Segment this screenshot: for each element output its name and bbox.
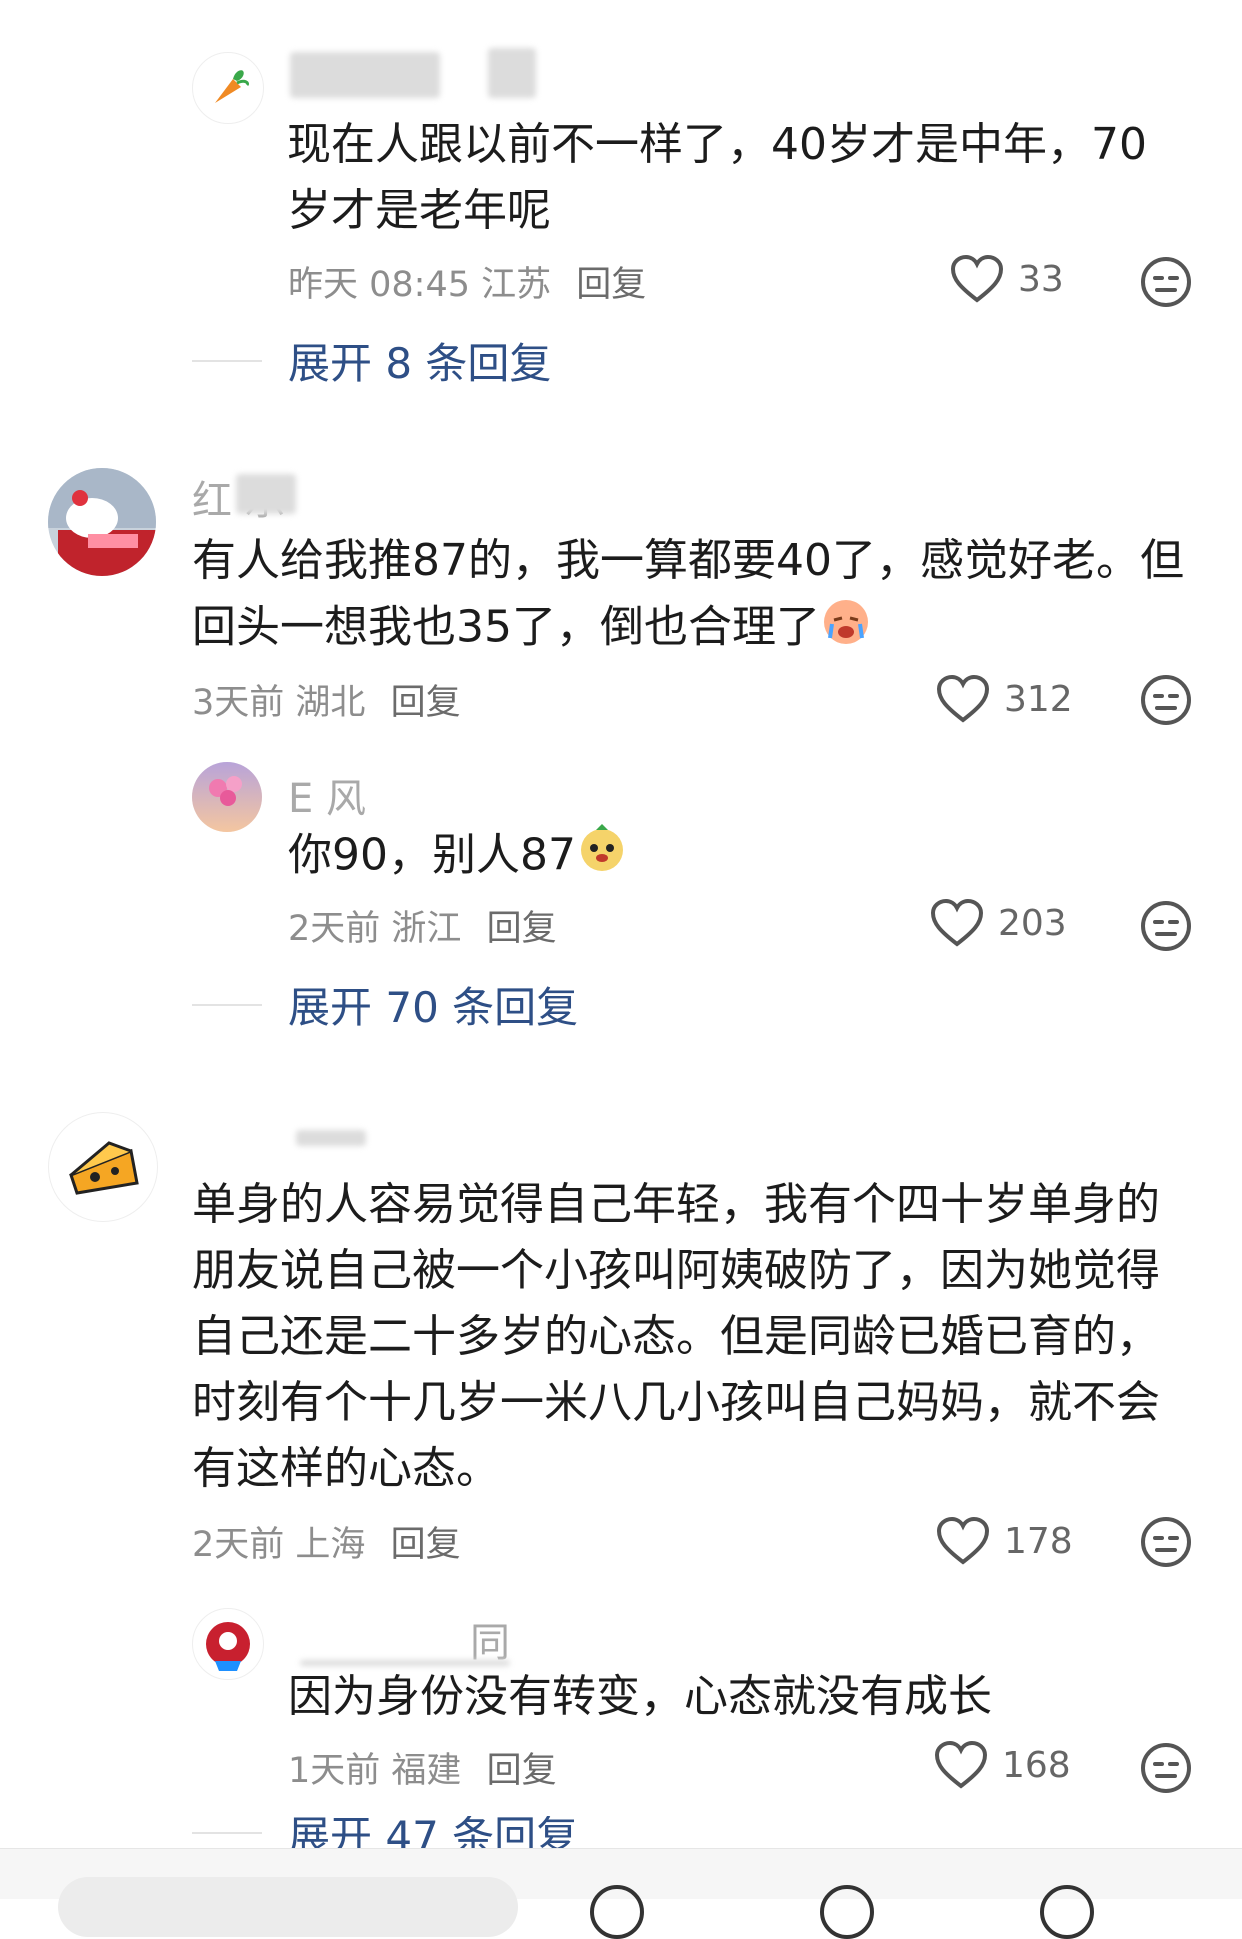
reply-button[interactable]: 回复 — [391, 1525, 461, 1565]
comment-location: 上海 — [295, 1525, 366, 1565]
heart-icon — [930, 898, 984, 947]
comment-time: 1天前 — [288, 1751, 381, 1791]
comment-location: 湖北 — [295, 683, 366, 723]
comment-text: 因为身份没有转变，心态就没有成长 — [288, 1671, 992, 1722]
like-count: 178 — [1004, 1520, 1073, 1562]
divider-line — [192, 1003, 262, 1006]
comment-time: 3天前 — [192, 683, 285, 723]
reply-button[interactable]: 回复 — [487, 909, 557, 949]
like-button[interactable]: 178 — [936, 1516, 1073, 1566]
balloon-avatar — [192, 762, 262, 832]
comment-time: 2天前 — [192, 1525, 285, 1565]
username-redacted — [296, 1130, 366, 1146]
avatar[interactable] — [192, 762, 262, 832]
like-count: 168 — [1002, 1744, 1071, 1786]
heart-icon — [936, 1516, 990, 1565]
like-button[interactable]: 33 — [950, 254, 1064, 304]
bottom-comment-bar — [0, 1848, 1242, 1939]
expand-replies[interactable]: 展开 47 条回复 — [192, 1816, 578, 1850]
comment-location: 浙江 — [391, 909, 462, 949]
heart-icon — [950, 254, 1004, 303]
avatar[interactable] — [48, 468, 156, 576]
divider-line — [192, 359, 262, 362]
heart-icon — [936, 674, 990, 723]
comment-location: 江苏 — [481, 265, 552, 305]
like-button[interactable]: 168 — [934, 1740, 1071, 1790]
avatar[interactable] — [48, 1112, 158, 1222]
reply-button[interactable]: 回复 — [576, 265, 646, 305]
like-count: 203 — [998, 902, 1067, 944]
comment-text: 有人给我推87的，我一算都要40了，感觉好老。但回头一想我也35了，倒也合理了 — [192, 528, 1192, 665]
bottom-action-icon[interactable] — [1040, 1885, 1094, 1939]
reply-button[interactable]: 回复 — [487, 1751, 557, 1791]
starbucks-avatar — [206, 1622, 250, 1671]
comment-text: 现在人跟以前不一样了，40岁才是中年，70岁才是老年呢 — [287, 119, 1147, 236]
username-redacted — [488, 48, 536, 98]
expand-replies[interactable]: 展开 8 条回复 — [192, 330, 551, 391]
comment-location: 福建 — [391, 1751, 462, 1791]
dislike-face-icon[interactable] — [1140, 1516, 1192, 1568]
comment-meta: 3天前 湖北 回复 — [192, 674, 461, 725]
dislike-face-icon[interactable] — [1140, 900, 1192, 952]
username-redacted — [236, 474, 296, 514]
comment-meta: 1天前 福建 回复 — [288, 1742, 557, 1793]
expand-replies-label[interactable]: 展开 8 条回复 — [288, 330, 551, 391]
crying-emoji-icon — [820, 594, 872, 665]
bottom-action-icon[interactable] — [820, 1885, 874, 1939]
heart-icon — [934, 1740, 988, 1789]
reply-button[interactable]: 回复 — [391, 683, 461, 723]
expand-replies-label[interactable]: 展开 47 条回复 — [288, 1816, 578, 1850]
username: E 风 — [288, 776, 366, 822]
like-button[interactable]: 312 — [936, 674, 1073, 724]
username-redacted — [290, 52, 440, 98]
like-button[interactable]: 203 — [930, 898, 1067, 948]
dog-emoji-icon — [576, 822, 628, 893]
avatar[interactable] — [192, 1608, 264, 1680]
comment-time: 昨天 08:45 — [288, 265, 470, 305]
bottom-action-icon[interactable] — [590, 1885, 644, 1939]
comment-input[interactable] — [58, 1877, 518, 1937]
expand-replies[interactable]: 展开 70 条回复 — [192, 974, 578, 1035]
carrot-icon — [215, 70, 249, 103]
comment-meta: 2天前 上海 回复 — [192, 1516, 461, 1567]
comment-time: 2天前 — [288, 909, 381, 949]
like-count: 312 — [1004, 678, 1073, 720]
cheese-icon — [69, 1141, 139, 1195]
expand-replies-label[interactable]: 展开 70 条回复 — [288, 974, 578, 1035]
like-count: 33 — [1018, 258, 1064, 300]
comment-meta: 昨天 08:45 江苏 回复 — [288, 256, 646, 307]
comment-text: 你90，别人87 — [288, 822, 1188, 893]
comment-text: 单身的人容易觉得自己年轻，我有个四十岁单身的朋友说自己被一个小孩叫阿姨破防了，因… — [192, 1179, 1160, 1494]
dislike-face-icon[interactable] — [1140, 1742, 1192, 1794]
dislike-face-icon[interactable] — [1140, 674, 1192, 726]
avatar[interactable] — [192, 52, 264, 124]
comment-meta: 2天前 浙江 回复 — [288, 900, 557, 951]
hello-kitty-avatar — [48, 468, 156, 576]
dislike-face-icon[interactable] — [1140, 256, 1192, 308]
divider-line — [192, 1832, 262, 1834]
